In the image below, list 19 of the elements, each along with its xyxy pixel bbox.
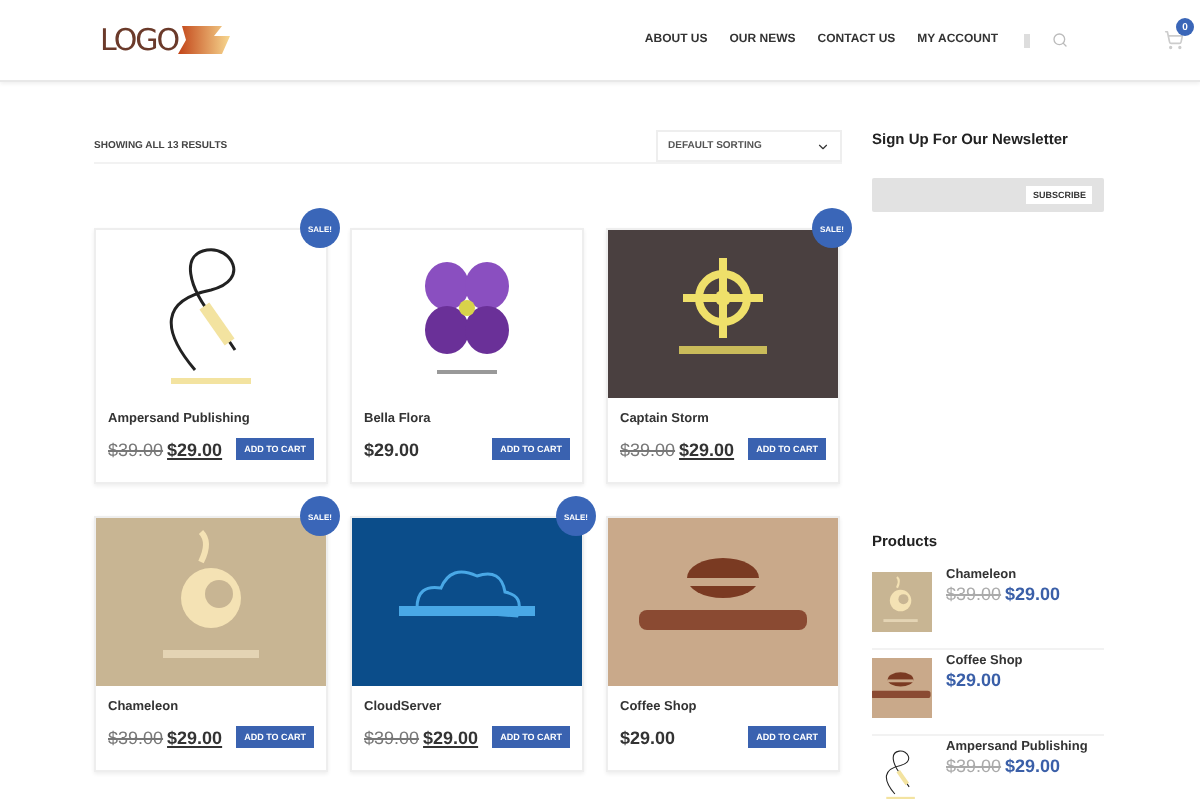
cart-icon[interactable] bbox=[1164, 30, 1184, 50]
old-price: $39.00 bbox=[108, 727, 164, 747]
old-price: $39.00 bbox=[946, 584, 1002, 604]
old-price: $39.00 bbox=[108, 439, 164, 459]
logo-mark-icon bbox=[178, 26, 231, 54]
old-price: $39.00 bbox=[946, 756, 1002, 776]
product-price: $29.00 bbox=[620, 727, 676, 747]
product-price: $29.00 bbox=[167, 727, 223, 747]
product-price: $29.00 bbox=[423, 727, 479, 747]
old-price: $39.00 bbox=[364, 727, 420, 747]
product-price: $29.00 bbox=[1005, 584, 1061, 604]
product-price: $29.00 bbox=[946, 670, 1002, 690]
product-price: $29.00 bbox=[679, 439, 735, 459]
product-price: $29.00 bbox=[364, 439, 420, 459]
product-price: $29.00 bbox=[1005, 756, 1061, 776]
logo-text[interactable]: LOGO bbox=[100, 22, 179, 58]
chevron-icon bbox=[816, 139, 830, 153]
old-price: $39.00 bbox=[620, 439, 676, 459]
product-price: $29.00 bbox=[167, 439, 223, 459]
